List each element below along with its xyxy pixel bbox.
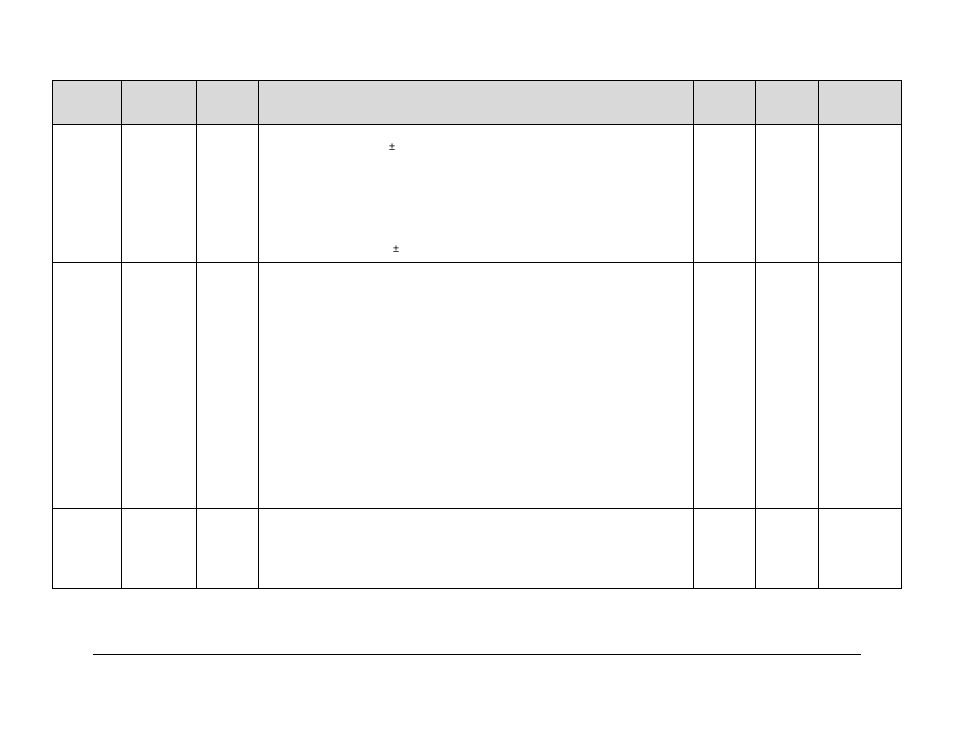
- header-cell-0: [53, 81, 122, 125]
- header-cell-3: [258, 81, 693, 125]
- cell: [196, 125, 258, 263]
- horizontal-rule: [93, 654, 861, 655]
- cell: [258, 263, 693, 509]
- table-row: [53, 263, 902, 509]
- cell: [756, 125, 818, 263]
- cell: [756, 263, 818, 509]
- plus-minus-symbol: ±: [389, 141, 395, 153]
- cell: [693, 125, 755, 263]
- data-table: ± ±: [52, 80, 902, 589]
- cell: [121, 263, 196, 509]
- table-row: [53, 509, 902, 589]
- cell: [121, 509, 196, 589]
- plus-minus-symbol: ±: [393, 243, 399, 255]
- table-row: ± ±: [53, 125, 902, 263]
- header-cell-2: [196, 81, 258, 125]
- header-cell-5: [756, 81, 818, 125]
- header-cell-1: [121, 81, 196, 125]
- cell: [693, 509, 755, 589]
- cell: [53, 125, 122, 263]
- cell: [693, 263, 755, 509]
- cell: [53, 263, 122, 509]
- cell: [258, 509, 693, 589]
- header-cell-4: [693, 81, 755, 125]
- cell: [818, 125, 901, 263]
- cell: [53, 509, 122, 589]
- cell: [196, 263, 258, 509]
- cell: [818, 263, 901, 509]
- cell: [196, 509, 258, 589]
- cell: [818, 509, 901, 589]
- cell: [121, 125, 196, 263]
- cell: [756, 509, 818, 589]
- cell: ± ±: [258, 125, 693, 263]
- table-header-row: [53, 81, 902, 125]
- header-cell-6: [818, 81, 901, 125]
